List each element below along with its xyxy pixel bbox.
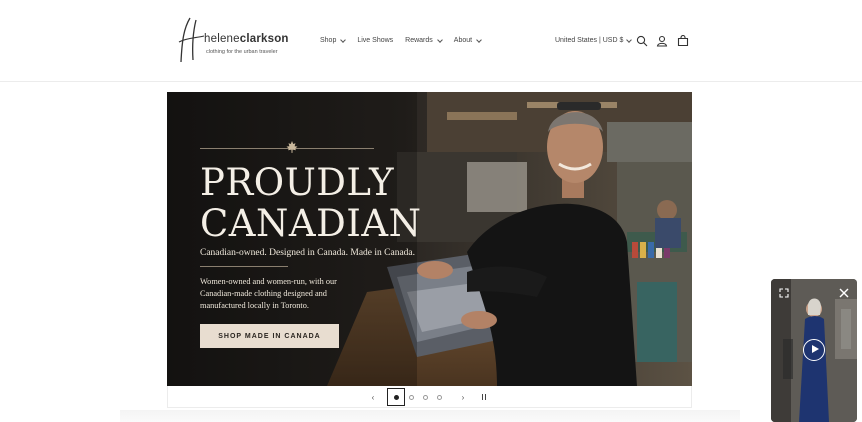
maple-leaf-icon (286, 141, 298, 153)
main-nav: Shop Live Shows Rewards About (320, 36, 482, 44)
nav-item-about[interactable]: About (453, 36, 482, 44)
slide-dot-3[interactable] (418, 390, 432, 404)
cart-icon[interactable] (677, 35, 689, 47)
chevron-down-icon (476, 36, 482, 43)
nav-item-rewards[interactable]: Rewards (405, 36, 443, 44)
hero-banner: PROUDLY CANADIAN Canadian-owned. Designe… (167, 92, 692, 386)
page-fold-shadow (120, 410, 740, 422)
logo-mark-icon (178, 17, 205, 63)
slider-controls: ‹ › (167, 386, 692, 408)
nav-item-live-shows[interactable]: Live Shows (357, 37, 393, 44)
nav-item-label: Live Shows (357, 37, 394, 44)
hero-title: PROUDLY CANADIAN (200, 162, 422, 244)
close-icon[interactable] (838, 287, 850, 299)
nav-item-label: About (453, 37, 473, 44)
account-icon[interactable] (656, 35, 668, 47)
slide-dot-2[interactable] (404, 390, 418, 404)
nav-item-shop[interactable]: Shop (320, 36, 347, 44)
shop-made-in-canada-button[interactable]: SHOP MADE IN CANADA (200, 324, 339, 348)
site-header: heleneclarkson clothing for the urban tr… (0, 0, 862, 82)
brand-name-light: helene (204, 33, 240, 45)
slide-dot-indicator (436, 394, 442, 400)
play-icon[interactable] (803, 339, 825, 361)
locale-label: United States | USD $ (555, 37, 624, 44)
chevron-right-icon[interactable]: › (456, 390, 470, 404)
brand-tagline: clothing for the urban traveler (206, 49, 278, 55)
chevron-down-icon (340, 36, 347, 43)
chevron-down-icon (436, 36, 443, 43)
nav-item-label: Rewards (405, 37, 433, 44)
video-popup[interactable] (771, 279, 857, 422)
chevron-left-icon[interactable]: ‹ (366, 390, 380, 404)
chevron-down-icon (626, 36, 633, 43)
slide-dot-1[interactable] (387, 388, 405, 406)
brand-logo[interactable]: heleneclarkson clothing for the urban tr… (176, 16, 296, 66)
hero-divider-bottom (200, 266, 288, 267)
nav-item-label: Shop (320, 37, 337, 44)
brand-name-bold: clarkson (239, 33, 289, 45)
slide-dot-indicator (422, 394, 428, 400)
hero-title-line-1: PROUDLY (200, 161, 395, 204)
locale-selector[interactable]: United States | USD $ (555, 36, 633, 44)
brand-name: heleneclarkson (204, 33, 289, 45)
search-icon[interactable] (636, 35, 648, 47)
slide-dot-indicator (393, 394, 399, 400)
pause-bars (481, 394, 487, 400)
slide-dot-indicator (408, 394, 414, 400)
expand-icon[interactable] (778, 287, 790, 299)
hero-title-line-2: CANADIAN (200, 202, 422, 245)
pause-icon[interactable] (477, 390, 491, 404)
hero-body-text: Women-owned and women-run, with our Cana… (200, 277, 337, 310)
hero-subtitle: Canadian-owned. Designed in Canada. Made… (200, 248, 416, 258)
slide-dot-4[interactable] (432, 390, 446, 404)
